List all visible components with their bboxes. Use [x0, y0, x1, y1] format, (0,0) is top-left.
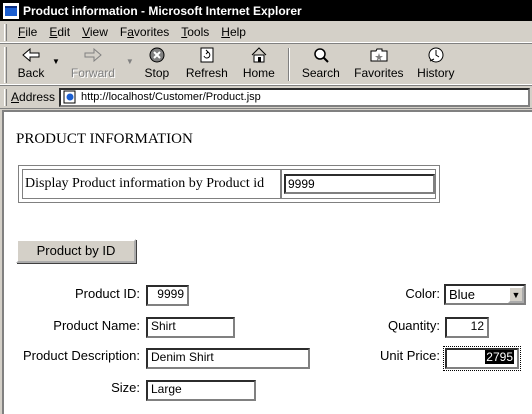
- product-description-label: Product Description:: [22, 348, 140, 363]
- forward-button[interactable]: Forward: [60, 44, 126, 85]
- color-select[interactable]: Blue ▼: [444, 284, 526, 305]
- product-by-id-button[interactable]: Product by ID: [16, 239, 136, 263]
- window-title: Product information - Microsoft Internet…: [23, 3, 302, 18]
- title-bar: Product information - Microsoft Internet…: [0, 0, 532, 21]
- product-id-search-input[interactable]: [284, 174, 435, 194]
- product-id-label: Product ID:: [74, 286, 140, 301]
- menu-view[interactable]: View: [76, 25, 114, 39]
- forward-arrow-icon: [84, 46, 102, 64]
- product-id-search-label: Display Product information by Product i…: [22, 169, 281, 199]
- product-name-label: Product Name:: [53, 318, 140, 333]
- page-icon: [63, 90, 77, 104]
- menu-bar: File Edit View Favorites Tools Help: [0, 21, 532, 44]
- page-content: PRODUCT INFORMATION Display Product info…: [2, 110, 532, 414]
- history-icon: [428, 46, 444, 64]
- product-id-search-cell: [281, 169, 436, 199]
- product-description-field[interactable]: Denim Shirt: [146, 348, 310, 369]
- stop-icon: [149, 46, 165, 64]
- size-field[interactable]: Large: [146, 380, 256, 401]
- size-label: Size:: [111, 380, 140, 395]
- standard-toolbar: Back ▼ Forward ▼ Stop Refresh Home Searc…: [0, 44, 532, 86]
- unit-price-field[interactable]: 2795: [443, 346, 521, 371]
- menu-grip[interactable]: [4, 23, 7, 41]
- address-input[interactable]: http://localhost/Customer/Product.jsp: [59, 87, 530, 107]
- product-id-field[interactable]: 9999: [146, 285, 189, 306]
- menu-favorites[interactable]: Favorites: [114, 25, 175, 39]
- chevron-down-icon[interactable]: ▼: [508, 286, 524, 303]
- address-grip[interactable]: [4, 88, 7, 106]
- quantity-field[interactable]: 12: [445, 317, 489, 338]
- page-heading: PRODUCT INFORMATION: [16, 131, 193, 147]
- address-bar: Address http://localhost/Customer/Produc…: [0, 86, 532, 109]
- search-button[interactable]: Search: [294, 44, 348, 85]
- menu-file[interactable]: File: [12, 25, 43, 39]
- product-search-table: Display Product information by Product i…: [18, 165, 440, 203]
- menu-edit[interactable]: Edit: [43, 25, 76, 39]
- home-button[interactable]: Home: [234, 44, 284, 85]
- quantity-label: Quantity:: [387, 318, 440, 333]
- color-label: Color:: [405, 286, 440, 301]
- menu-tools[interactable]: Tools: [175, 25, 215, 39]
- stop-button[interactable]: Stop: [134, 44, 180, 85]
- favorites-folder-icon: [370, 46, 388, 64]
- refresh-icon: [200, 46, 214, 64]
- ie-icon: [3, 2, 19, 19]
- unit-price-selected-text: 2795: [485, 350, 514, 364]
- back-arrow-icon: [22, 46, 40, 64]
- address-url: http://localhost/Customer/Product.jsp: [81, 91, 261, 103]
- toolbar-separator: [287, 48, 290, 81]
- favorites-button[interactable]: Favorites: [348, 44, 410, 85]
- back-dropdown-icon[interactable]: ▼: [52, 57, 60, 66]
- toolbar-grip[interactable]: [4, 47, 7, 83]
- forward-dropdown-icon[interactable]: ▼: [126, 57, 134, 66]
- unit-price-label: Unit Price:: [380, 348, 440, 363]
- search-icon: [313, 46, 329, 64]
- refresh-button[interactable]: Refresh: [180, 44, 234, 85]
- home-icon: [251, 46, 267, 64]
- back-button[interactable]: Back: [10, 44, 52, 85]
- color-select-value: Blue: [449, 287, 476, 302]
- address-label: Address: [11, 90, 56, 104]
- product-name-field[interactable]: Shirt: [146, 317, 235, 338]
- history-button[interactable]: History: [410, 44, 462, 85]
- menu-help[interactable]: Help: [215, 25, 252, 39]
